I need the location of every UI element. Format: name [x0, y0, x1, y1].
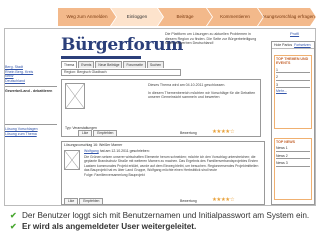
item-label: News 1 — [276, 146, 288, 151]
post-body: Die Grünen setzen unserer wirtschaften E… — [84, 155, 262, 177]
tab-suchen[interactable]: Suchen — [146, 61, 165, 68]
item-label: 1 — [276, 67, 278, 72]
item-label: 2 — [276, 75, 278, 80]
post-text: Dieses Thema wird am 04.10.2011 geschlos… — [148, 83, 258, 103]
sidebar-search-label: Hole Parlos — [274, 43, 293, 47]
author-link[interactable]: Wolfgang — [84, 149, 99, 153]
tab-forumseite[interactable]: Forumseite — [123, 61, 146, 68]
bullet-text: Er wird als angemeldeter User weitergele… — [22, 222, 197, 231]
list-item[interactable]: 1 — [275, 67, 311, 74]
post-title: Lösungsvorschlag 16: Weißer Marner — [64, 143, 123, 147]
step-label: Weg zum Anmelden — [66, 14, 108, 20]
checkmark-icon: ✔ — [10, 211, 17, 220]
step-kommentieren: Kommentieren — [207, 8, 263, 26]
top-themes-box: TOP THEMEN UND EVENTS 1 2 3 Mehr... — [274, 55, 312, 129]
logo-underline — [61, 56, 141, 59]
more-link[interactable]: Mehr... — [275, 88, 288, 94]
like-controls: Like Empfehlen — [64, 198, 104, 205]
step-anmelden: Weg zum Anmelden — [58, 8, 116, 26]
rating-stars[interactable]: ★★★★☆ — [212, 129, 235, 135]
rating-stars[interactable]: ★★★★☆ — [212, 197, 235, 203]
bullet-item: ✔ Er wird als angemeldeter User weiterge… — [10, 221, 315, 232]
step-label: Einloggen — [126, 14, 148, 20]
step-label: Lösungsvorschlag erfragen — [259, 14, 315, 20]
step-beitraege: Beiträge — [158, 8, 212, 26]
section-heading: Gewerbe/Land - debattieren — [5, 89, 53, 94]
rating-label: Bewertung — [180, 199, 197, 203]
image-placeholder — [65, 83, 85, 109]
step-label: Kommentieren — [220, 14, 250, 20]
post-notice: Dieses Thema wird am 04.10.2011 geschlos… — [148, 83, 226, 87]
tab-bar: Thema Events Neue Beiträge Forumseite Su… — [61, 61, 165, 68]
post-meta: Wolfgang hat am 12.10.2011 geschrieben: — [84, 149, 150, 153]
topic-post: Dieses Thema wird am 04.10.2011 geschlos… — [61, 79, 261, 137]
right-sidebar: Hole Parlos Fortsetzen TOP THEMEN UND EV… — [271, 41, 315, 205]
item-label: News 3 — [276, 161, 288, 166]
list-item[interactable]: 2 — [275, 74, 311, 81]
post-description: In diesem Themenbereich möchten wir Vors… — [148, 90, 256, 100]
top-news-box: TOP NEWS News 1 News 2 News 3 — [274, 138, 312, 200]
sidebar-search-link[interactable]: Fortsetzen — [294, 43, 311, 47]
profile-link[interactable]: Profil — [290, 31, 299, 36]
nav-link-deutschland[interactable]: Deutschland — [5, 79, 57, 84]
follow-text[interactable]: Folge: Familienversammlung Bauprojekt — [84, 173, 145, 177]
bullet-item: ✔ Der Benutzer loggt sich mit Benutzerna… — [10, 210, 315, 221]
step-einloggen: Einloggen — [111, 8, 163, 26]
step-description: ✔ Der Benutzer loggt sich mit Benutzerna… — [10, 210, 315, 232]
list-item[interactable]: News 2 — [275, 153, 311, 160]
solution-post: Lösungsvorschlag 16: Weißer Marner Wolfg… — [61, 141, 265, 205]
rating-label: Bewertung — [180, 131, 197, 135]
bullet-text: Der Benutzer loggt sich mit Benutzername… — [22, 211, 310, 220]
region-search-input[interactable]: Region: Bergisch Gladbach — [61, 69, 181, 76]
post-body-text: Die Grünen setzen unserer wirtschaften E… — [84, 155, 259, 173]
share-button[interactable]: Empfehlen — [93, 130, 118, 137]
checkmark-icon: ✔ — [10, 222, 17, 231]
item-label: 3 — [276, 82, 278, 87]
image-placeholder — [64, 150, 80, 170]
left-spacer — [5, 29, 57, 65]
left-navigation: Berg. Stadt Rhein Berg. Kreis NRW Deutsc… — [5, 29, 57, 205]
like-button[interactable]: Like — [64, 198, 79, 205]
step-loesungsvorschlag: Lösungsvorschlag erfragen — [258, 8, 316, 26]
sidebar-search: Hole Parlos Fortsetzen — [272, 42, 314, 49]
like-button[interactable]: Like — [78, 130, 93, 137]
nav-link-loesung-thema[interactable]: Lösung zum Thema — [5, 132, 57, 137]
tab-thema[interactable]: Thema — [61, 61, 78, 68]
list-item[interactable]: News 1 — [275, 145, 311, 152]
item-label: News 2 — [276, 153, 288, 158]
divider — [5, 86, 57, 88]
tab-neue-beitraege[interactable]: Neue Beiträge — [95, 61, 123, 68]
list-item[interactable]: News 3 — [275, 160, 311, 167]
divider — [5, 123, 57, 125]
forum-mockup: Berg. Stadt Rhein Berg. Kreis NRW Deutsc… — [4, 28, 316, 206]
tab-events[interactable]: Events — [78, 61, 95, 68]
like-controls: Like Empfehlen — [78, 130, 118, 137]
top-themes-title: TOP THEMEN UND EVENTS — [276, 57, 309, 66]
process-steps: Weg zum Anmelden Einloggen Beiträge Komm… — [58, 8, 316, 26]
header-intro: Die Plattform um Lösungen zu aktuellen P… — [165, 32, 257, 46]
step-label: Beiträge — [176, 14, 194, 20]
share-button[interactable]: Empfehlen — [79, 198, 104, 205]
post-date: hat am 12.10.2011 geschrieben: — [99, 149, 150, 153]
